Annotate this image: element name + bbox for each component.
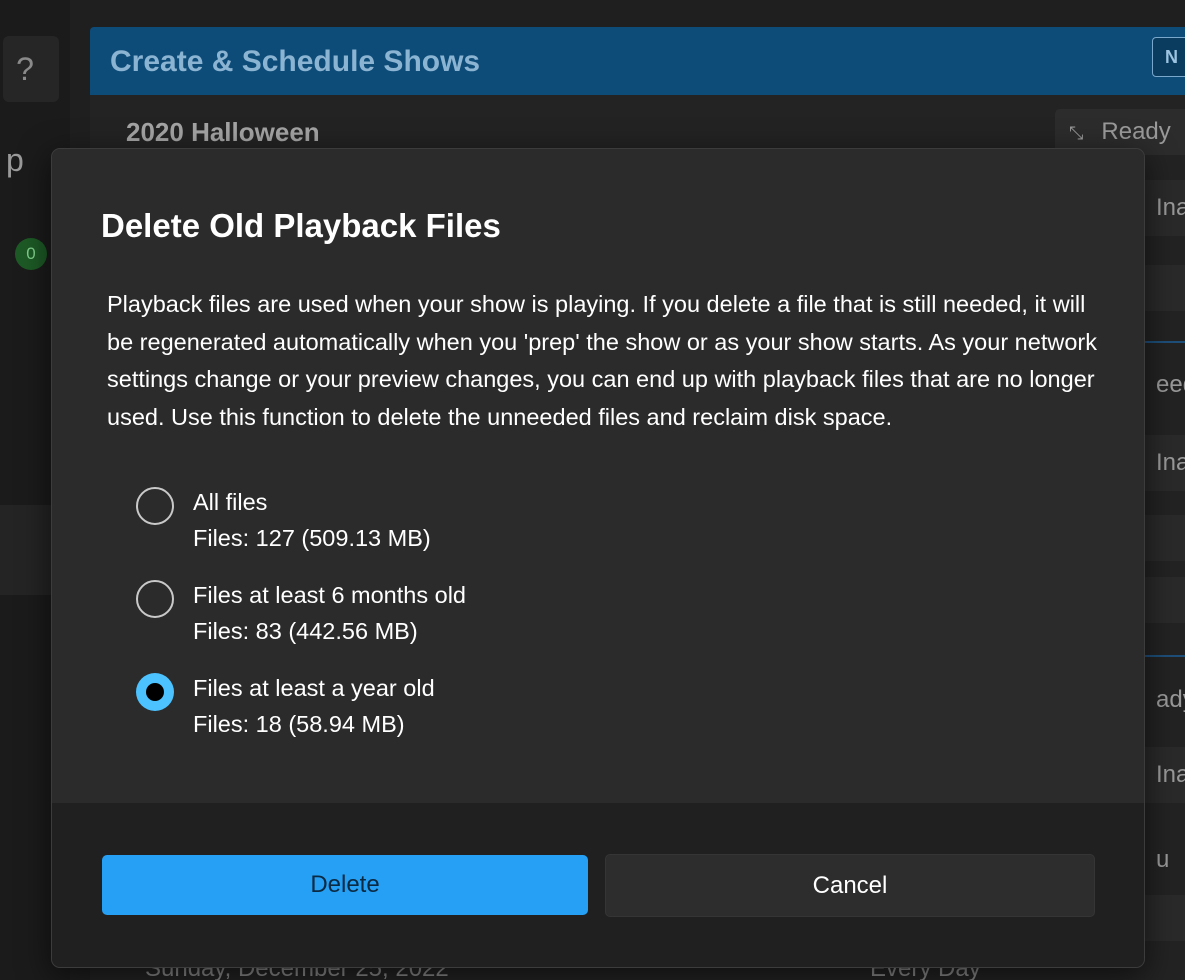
dialog-footer: Delete Cancel: [52, 803, 1144, 967]
row-divider: [1140, 655, 1185, 657]
collapse-icon: ⤡: [1069, 123, 1084, 143]
radio-dot-icon: [146, 683, 164, 701]
status-cell-blank: [1140, 515, 1185, 561]
delete-button[interactable]: Delete: [102, 855, 588, 915]
cancel-button[interactable]: Cancel: [605, 854, 1095, 917]
status-pill-label: Ready: [1101, 118, 1171, 145]
help-icon: ?: [16, 50, 34, 87]
option-file-count: Files: 127 (509.13 MB): [193, 525, 431, 551]
dialog-body: Delete Old Playback Files Playback files…: [52, 149, 1144, 803]
radio-button-selected[interactable]: [136, 673, 174, 711]
status-cell-blank: [1140, 265, 1185, 311]
sidebar-label: p: [6, 142, 24, 178]
option-file-count: Files: 18 (58.94 MB): [193, 711, 405, 737]
status-cell: ady: [1140, 680, 1185, 720]
option-file-count: Files: 83 (442.56 MB): [193, 618, 418, 644]
option-label: All files: [193, 489, 268, 515]
row-divider: [1140, 341, 1185, 343]
page-title: Create & Schedule Shows: [110, 45, 481, 78]
help-button[interactable]: ?: [3, 36, 59, 102]
status-cell-blank: [1140, 577, 1185, 623]
status-cell: u: [1140, 840, 1185, 880]
delete-playback-dialog: Delete Old Playback Files Playback files…: [51, 148, 1145, 968]
status-cell-blank: [1140, 895, 1185, 941]
status-cell: Ina: [1140, 180, 1185, 236]
status-cell: Ina: [1140, 435, 1185, 491]
radio-button[interactable]: [136, 487, 174, 525]
option-label: Files at least 6 months old: [193, 582, 466, 608]
status-cell: Ina: [1140, 747, 1185, 803]
new-show-button[interactable]: N: [1152, 37, 1185, 77]
radio-button[interactable]: [136, 580, 174, 618]
status-cell: eeds: [1140, 365, 1185, 405]
header-bar: Create & Schedule Shows N: [90, 27, 1185, 95]
dialog-title: Delete Old Playback Files: [101, 207, 501, 244]
count-badge: 0: [15, 238, 47, 270]
show-name[interactable]: 2020 Halloween: [126, 117, 320, 148]
option-label: Files at least a year old: [193, 675, 435, 701]
dialog-description: Playback files are used when your show i…: [107, 291, 1097, 430]
